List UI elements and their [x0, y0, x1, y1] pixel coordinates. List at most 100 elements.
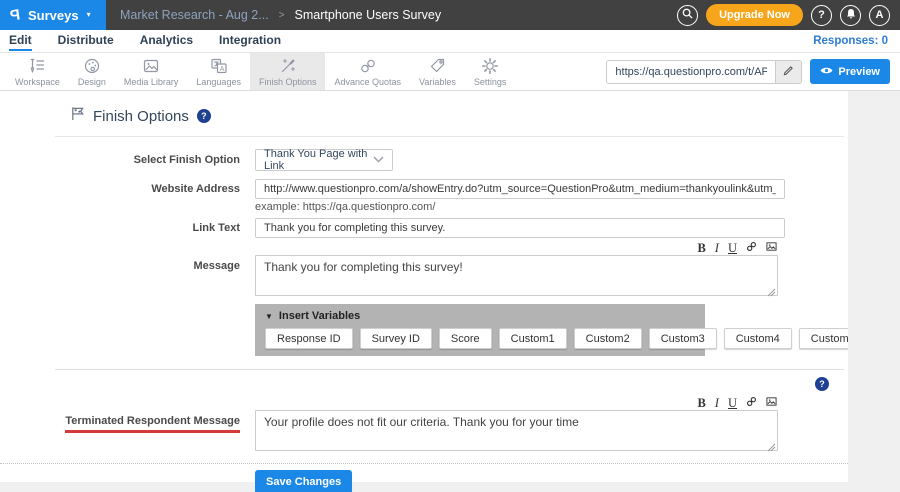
survey-link-input[interactable] — [607, 61, 775, 83]
terminated-help-icon[interactable]: ? — [815, 377, 829, 391]
search-icon — [682, 8, 693, 22]
toolbar-item-variables[interactable]: Variables — [410, 53, 465, 90]
toolbar-item-advance-quotas[interactable]: Advance Quotas — [325, 53, 410, 90]
bold-button[interactable]: B — [696, 397, 706, 410]
terminated-rte-toolbar: B I U — [255, 395, 778, 409]
settings-icon — [480, 57, 500, 76]
save-changes-button[interactable]: Save Changes — [255, 470, 352, 492]
finish-option-select[interactable]: Thank You Page with Link — [255, 149, 393, 171]
finish-option-row: Select Finish Option Thank You Page with… — [0, 149, 848, 171]
topbar: P Surveys ▾ Market Research - Aug 2... >… — [0, 0, 900, 30]
toolbar-item-media-library[interactable]: Media Library — [115, 53, 188, 90]
breadcrumb-survey-name: Smartphone Users Survey — [295, 8, 442, 22]
toolbar-item-settings[interactable]: Settings — [465, 53, 516, 90]
finish-option-label: Select Finish Option — [0, 154, 240, 166]
terminated-message-textarea[interactable]: Your profile does not fit our criteria. … — [255, 410, 778, 451]
bold-button[interactable]: B — [696, 242, 706, 255]
terminated-help-row: ? — [0, 370, 848, 395]
italic-button[interactable]: I — [714, 242, 720, 255]
link-text-row: Link Text — [0, 218, 848, 238]
variable-button-custom2[interactable]: Custom2 — [574, 328, 642, 349]
finish-options-help-icon[interactable]: ? — [197, 109, 211, 123]
tab-analytics[interactable]: Analytics — [140, 32, 193, 51]
toolbar-item-workspace[interactable]: Workspace — [6, 53, 69, 90]
questionpro-logo-icon: P — [9, 6, 21, 24]
upgrade-now-button[interactable]: Upgrade Now — [706, 4, 803, 26]
bell-icon — [845, 8, 857, 23]
tab-distribute[interactable]: Distribute — [58, 32, 114, 51]
survey-link-group — [606, 60, 802, 84]
question-mark-icon: ? — [818, 9, 825, 21]
svg-text:A: A — [219, 66, 224, 73]
website-address-input[interactable] — [255, 179, 785, 199]
tab-integration[interactable]: Integration — [219, 32, 281, 51]
languages-icon: A — [209, 57, 229, 76]
variable-button-survey-id[interactable]: Survey ID — [360, 328, 432, 349]
resize-handle[interactable] — [767, 443, 776, 452]
avatar[interactable]: A — [869, 5, 890, 26]
search-button[interactable] — [677, 5, 698, 26]
preview-button[interactable]: Preview — [810, 59, 890, 84]
label-underline-highlight: Terminated Respondent Message — [65, 415, 240, 433]
tab-edit[interactable]: Edit — [9, 32, 32, 51]
message-label: Message — [0, 255, 240, 272]
terminated-message-label: Terminated Respondent Message — [0, 410, 240, 433]
design-icon — [82, 57, 102, 76]
help-button[interactable]: ? — [811, 5, 832, 26]
finish-options-form: Select Finish Option Thank You Page with… — [0, 137, 848, 492]
image-button[interactable] — [765, 241, 778, 255]
chevron-down-icon: ▾ — [87, 11, 91, 19]
variable-button-response-id[interactable]: Response ID — [265, 328, 353, 349]
subnav: Edit Distribute Analytics Integration Re… — [0, 30, 900, 53]
notifications-button[interactable] — [840, 5, 861, 26]
toolbar-item-languages[interactable]: A Languages — [187, 53, 250, 90]
link-button[interactable] — [745, 241, 758, 255]
link-button[interactable] — [745, 396, 758, 410]
underline-button[interactable]: U — [727, 397, 738, 410]
app-logo-product-switch[interactable]: P Surveys ▾ — [0, 0, 106, 30]
breadcrumb-folder[interactable]: Market Research - Aug 2... — [120, 8, 269, 22]
underline-button[interactable]: U — [727, 242, 738, 255]
link-text-input[interactable] — [255, 218, 785, 238]
toolbar-right: Preview — [606, 53, 900, 90]
product-name: Surveys — [28, 8, 79, 23]
message-textarea[interactable]: Thank you for completing this survey! — [255, 255, 778, 296]
finish-flag-icon — [70, 106, 85, 126]
edit-link-button[interactable] — [775, 61, 801, 83]
message-textarea-wrap: Thank you for completing this survey! — [255, 255, 778, 301]
breadcrumb: Market Research - Aug 2... > Smartphone … — [120, 8, 441, 22]
insert-variables-toggle[interactable]: ▼ Insert Variables — [265, 310, 695, 322]
topbar-actions: Upgrade Now ? A — [677, 4, 900, 26]
insert-variables-panel: ▼ Insert Variables Response ID Survey ID… — [255, 304, 705, 356]
resize-handle[interactable] — [767, 288, 776, 297]
message-row: Message Thank you for completing this su… — [0, 255, 848, 301]
pencil-icon — [783, 63, 794, 81]
image-icon — [766, 241, 777, 255]
italic-button[interactable]: I — [714, 397, 720, 410]
insert-variables-buttons: Response ID Survey ID Score Custom1 Cust… — [265, 328, 695, 349]
variable-button-custom3[interactable]: Custom3 — [649, 328, 717, 349]
image-button[interactable] — [765, 396, 778, 410]
main-content: Finish Options ? Select Finish Option Th… — [0, 91, 900, 492]
variable-button-custom4[interactable]: Custom4 — [724, 328, 792, 349]
variable-button-custom1[interactable]: Custom1 — [499, 328, 567, 349]
chevron-down-icon — [373, 154, 384, 166]
website-address-label: Website Address — [0, 183, 240, 195]
link-text-label: Link Text — [0, 222, 240, 234]
finish-options-icon — [278, 57, 298, 76]
workspace-icon — [27, 57, 47, 76]
collapse-caret-icon: ▼ — [265, 312, 273, 321]
advance-quotas-icon — [358, 57, 378, 76]
toolbar-item-design[interactable]: Design — [69, 53, 115, 90]
link-icon — [746, 241, 757, 255]
toolbar-item-finish-options[interactable]: Finish Options — [250, 53, 326, 90]
variable-button-score[interactable]: Score — [439, 328, 492, 349]
media-library-icon — [141, 57, 161, 76]
edit-toolbar: Workspace Design Media Library A Languag… — [0, 53, 900, 91]
terminated-message-row: Terminated Respondent Message Your profi… — [0, 410, 848, 456]
responses-count: Responses: 0 — [813, 35, 900, 47]
right-gutter — [848, 91, 900, 492]
message-rte-toolbar: B I U — [255, 240, 778, 254]
dotted-divider — [0, 463, 848, 464]
website-address-row: Website Address — [0, 179, 848, 199]
